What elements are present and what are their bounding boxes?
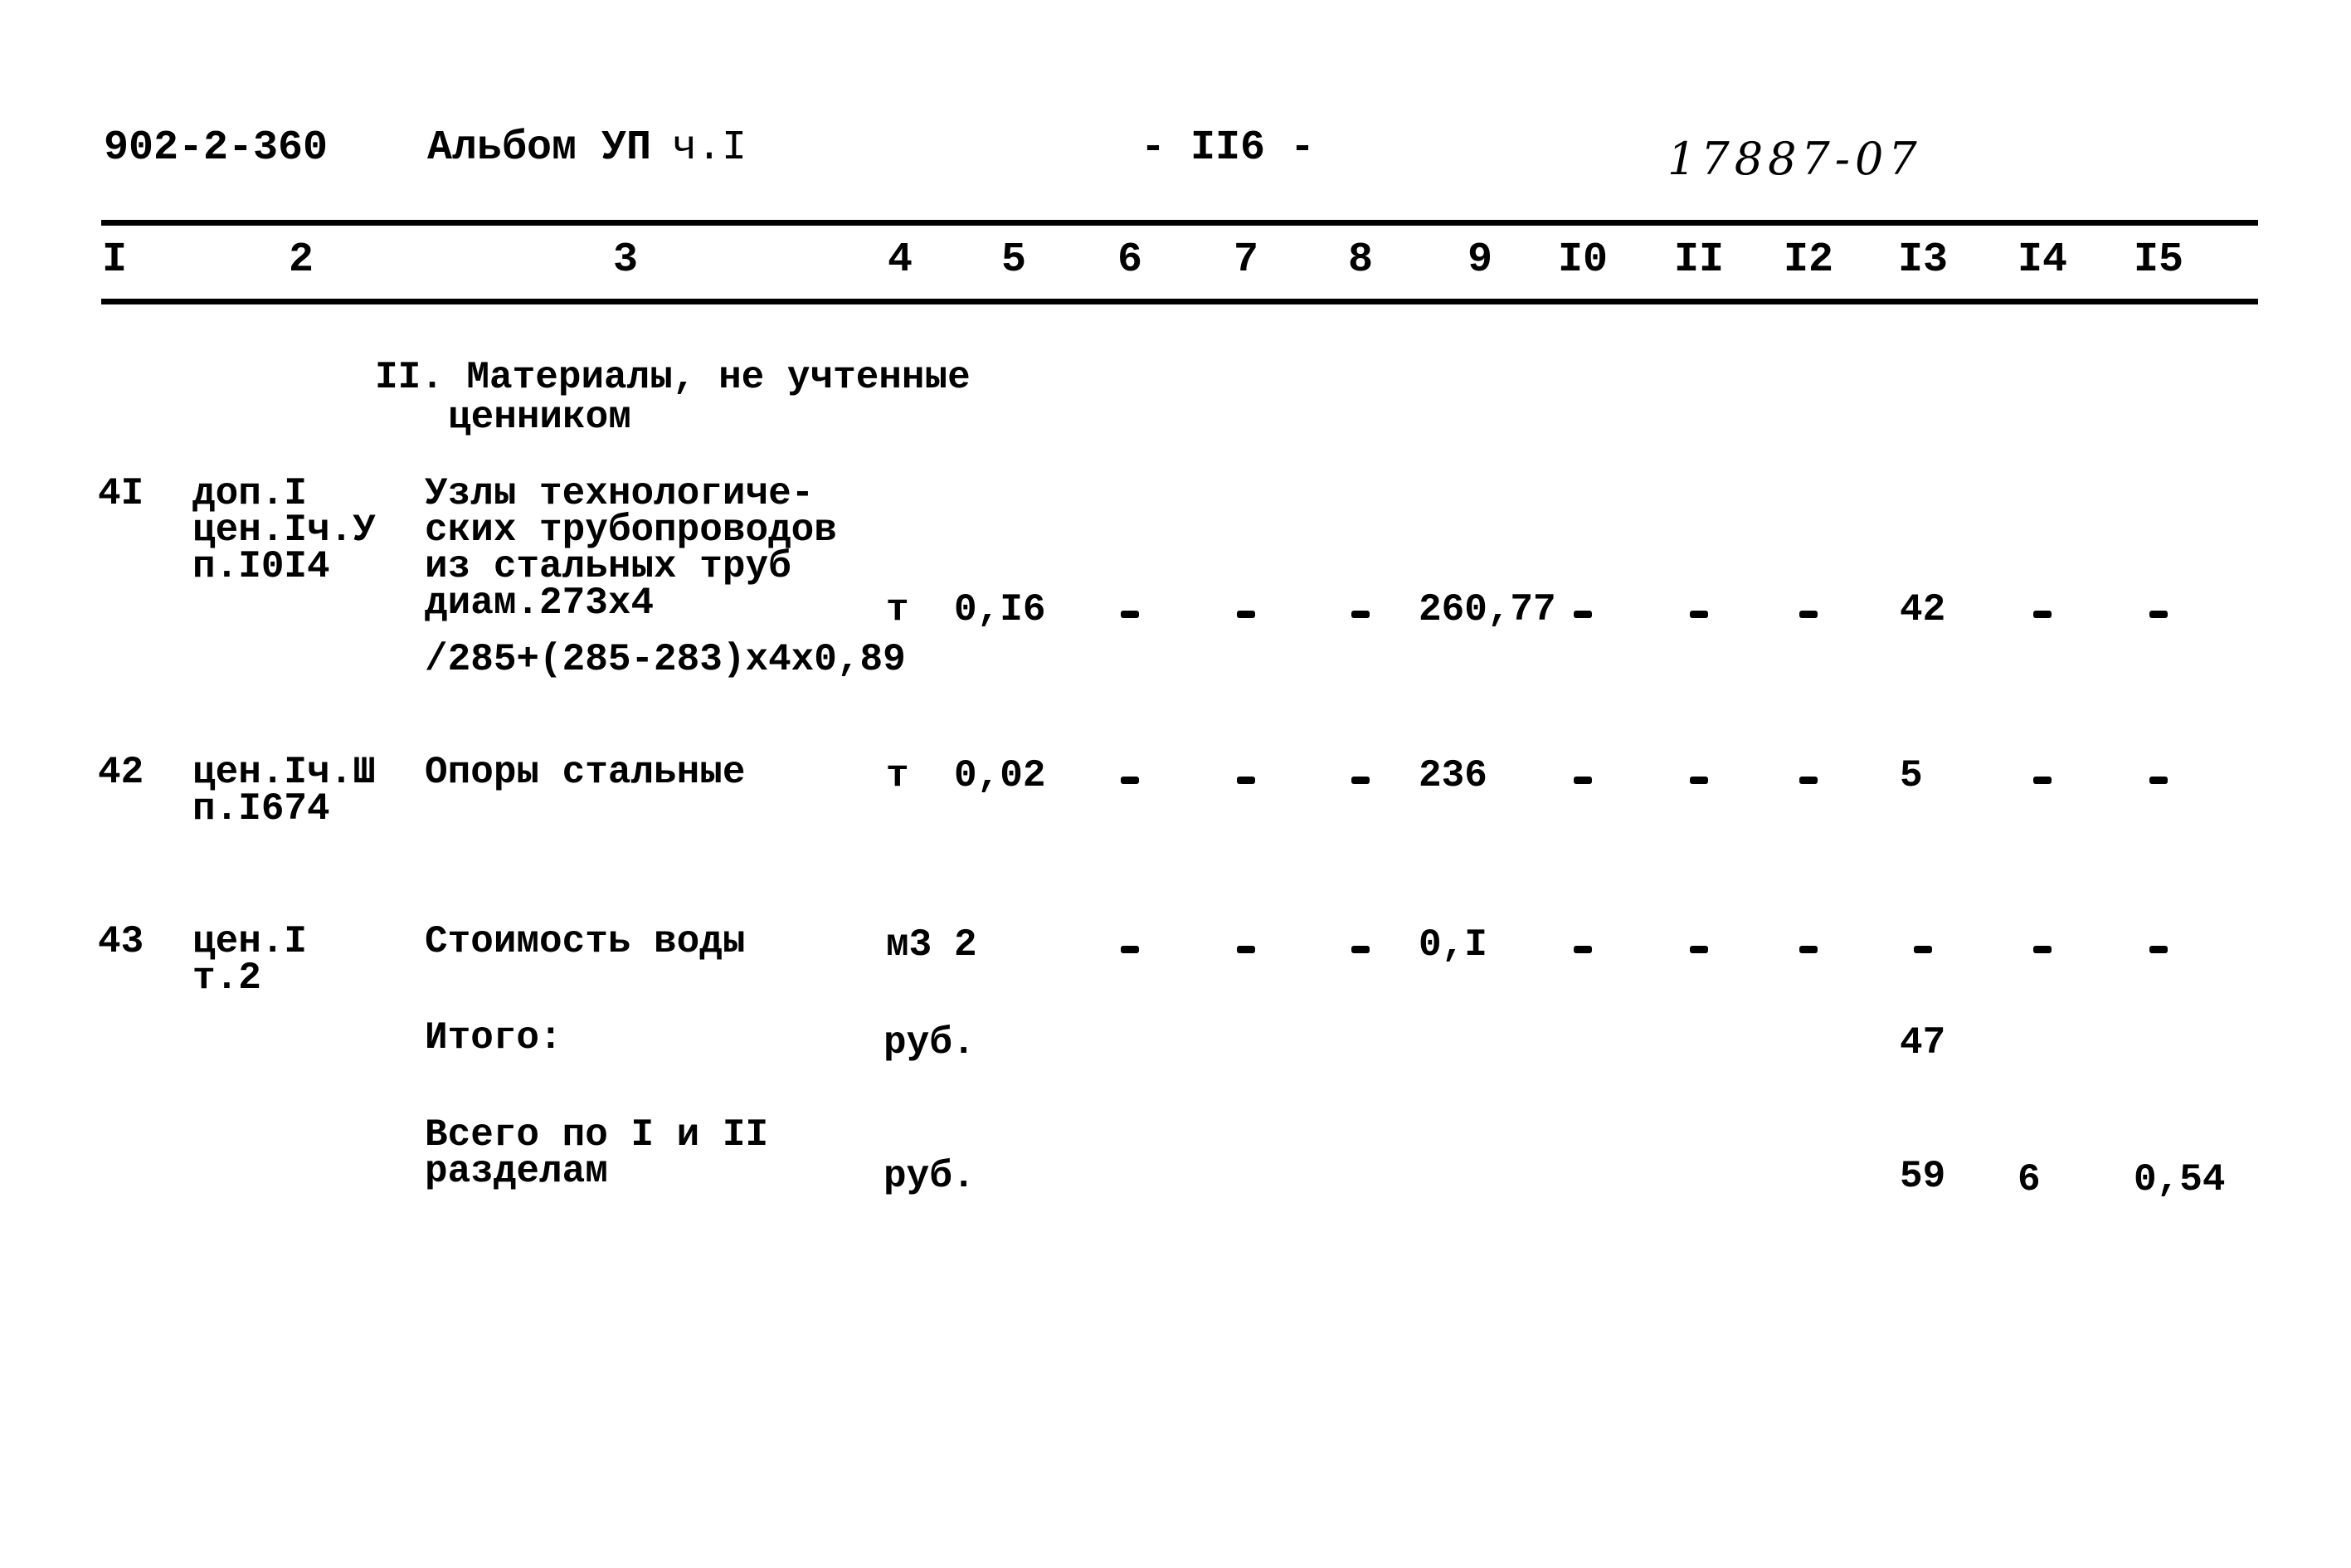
- row-col-7-dash: [1237, 946, 1255, 953]
- row-col-15-dash: [2149, 777, 2168, 784]
- header-bottom-rule: [101, 299, 2258, 304]
- column-header-2: 2: [288, 236, 314, 284]
- row-name-line: Опоры стальные: [425, 751, 746, 794]
- row-col-6-dash: [1121, 611, 1139, 618]
- row-name-line: Стоимость воды: [425, 920, 746, 963]
- total-col-13: 47: [1900, 1021, 1946, 1064]
- column-header-8: 8: [1347, 236, 1374, 284]
- total-col-13: 59: [1900, 1155, 1946, 1198]
- row-col-10-dash: [1574, 611, 1592, 618]
- row-col-11-dash: [1690, 611, 1708, 618]
- row-reference-line: цен.Iч.У: [192, 509, 376, 552]
- row-col-13-dash: [1914, 946, 1932, 953]
- part-label: ч.I: [672, 124, 747, 172]
- column-header-4: 4: [887, 236, 913, 284]
- column-header-10: I0: [1557, 236, 1609, 284]
- column-header-14: I4: [2017, 236, 2068, 284]
- row-col-11-dash: [1690, 946, 1708, 953]
- column-header-15: I5: [2133, 236, 2184, 284]
- handwritten-number: 17887-07: [1667, 133, 1922, 185]
- row-col-8-dash: [1351, 946, 1370, 953]
- row-name-line: из стальных труб: [425, 545, 791, 588]
- row-col-14-dash: [2033, 777, 2052, 784]
- total-label-line: разделам: [425, 1150, 608, 1193]
- row-quantity: 2: [954, 923, 977, 967]
- total-unit: руб.: [883, 1021, 976, 1064]
- row-col-15-dash: [2149, 611, 2168, 618]
- row-col-14-dash: [2033, 946, 2052, 953]
- column-header-9: 9: [1467, 236, 1493, 284]
- header-top-rule: [101, 220, 2258, 226]
- page-number: - II6 -: [1141, 124, 1316, 172]
- row-reference-line: доп.I: [192, 472, 308, 515]
- column-header-11: II: [1673, 236, 1725, 284]
- row-reference-line: п.I0I4: [192, 545, 330, 588]
- row-reference-line: т.2: [192, 957, 261, 1000]
- row-number: 43: [98, 920, 144, 963]
- row-col-9: 0,I: [1419, 923, 1487, 967]
- row-col-12-dash: [1799, 611, 1818, 618]
- row-col-9: 260,77: [1419, 588, 1556, 631]
- column-header-7: 7: [1233, 236, 1259, 284]
- row-number: 4I: [98, 472, 144, 515]
- total-unit: руб.: [883, 1155, 976, 1198]
- row-unit: м3: [886, 923, 932, 967]
- total-col-14: 6: [2018, 1158, 2041, 1201]
- row-col-12-dash: [1799, 777, 1818, 784]
- total-label-line: Всего по I и II: [425, 1113, 769, 1157]
- total-label-line: Итого:: [425, 1016, 562, 1059]
- row-reference-line: п.I674: [192, 787, 330, 830]
- row-col-14-dash: [2033, 611, 2052, 618]
- section-title-line-2: ценником: [448, 396, 631, 439]
- album-label: Альбом УП: [427, 124, 652, 172]
- row-formula-note: /285+(285-283)х4х0,89: [425, 638, 906, 681]
- total-col-15: 0,54: [2134, 1158, 2226, 1201]
- row-col-8-dash: [1351, 777, 1370, 784]
- row-col-7-dash: [1237, 777, 1255, 784]
- row-col-13: 42: [1900, 588, 1946, 631]
- document-code: 902-2-360: [104, 124, 329, 172]
- row-unit: т: [886, 754, 909, 797]
- row-quantity: 0,02: [954, 754, 1046, 797]
- row-reference-line: цен.Iч.Ш: [192, 751, 376, 794]
- row-name-line: диам.273х4: [425, 582, 655, 625]
- column-header-1: I: [101, 236, 128, 284]
- column-header-13: I3: [1897, 236, 1949, 284]
- row-col-11-dash: [1690, 777, 1708, 784]
- row-name-line: ских трубопроводов: [425, 509, 837, 552]
- row-reference-line: цен.I: [192, 920, 308, 963]
- row-col-10-dash: [1574, 777, 1592, 784]
- row-unit: т: [886, 588, 909, 631]
- row-col-13: 5: [1900, 754, 1923, 797]
- column-header-5: 5: [1000, 236, 1027, 284]
- row-col-12-dash: [1799, 946, 1818, 953]
- row-quantity: 0,I6: [954, 588, 1046, 631]
- row-col-8-dash: [1351, 611, 1370, 618]
- column-header-12: I2: [1783, 236, 1834, 284]
- column-header-6: 6: [1117, 236, 1143, 284]
- row-name-line: Узлы технологиче-: [425, 472, 815, 515]
- row-col-9: 236: [1419, 754, 1487, 797]
- row-col-10-dash: [1574, 946, 1592, 953]
- section-title-line-1: II. Материалы, не учтенные: [375, 356, 971, 399]
- row-col-6-dash: [1121, 777, 1139, 784]
- row-col-6-dash: [1121, 946, 1139, 953]
- row-col-15-dash: [2149, 946, 2168, 953]
- row-col-7-dash: [1237, 611, 1255, 618]
- column-header-3: 3: [612, 236, 639, 284]
- row-number: 42: [98, 751, 144, 794]
